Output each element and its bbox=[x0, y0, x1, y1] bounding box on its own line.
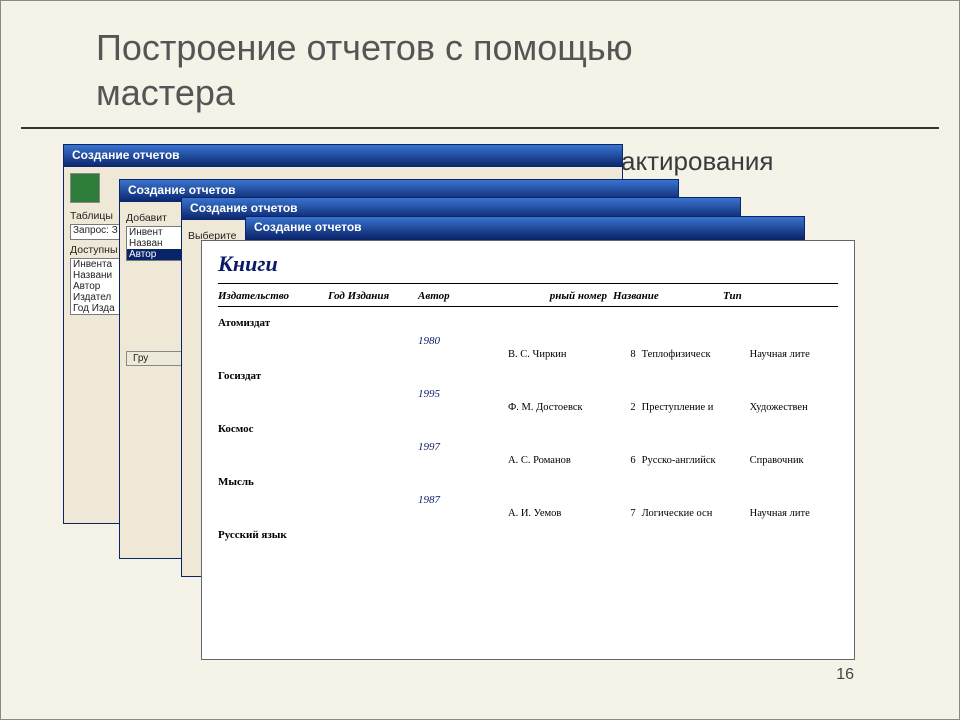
dialog-title: Создание отчетов bbox=[246, 217, 804, 239]
slide-title: Построение отчетов с помощью мастера bbox=[96, 25, 633, 115]
list-item[interactable]: Назван bbox=[127, 238, 183, 249]
list-item[interactable]: Инвент bbox=[127, 227, 183, 238]
wizard-icon bbox=[70, 173, 100, 203]
col-publisher: Издательство bbox=[218, 290, 328, 302]
report-divider bbox=[218, 306, 838, 307]
slide: Построение отчетов с помощью мастера акт… bbox=[0, 0, 960, 720]
cell-author: Ф. М. Достоевск bbox=[508, 402, 616, 413]
group-year: 1987 bbox=[418, 494, 838, 506]
slide-title-line1: Построение отчетов с помощью bbox=[96, 27, 633, 68]
report-header-row: Издательство Год Издания Автор рный номе… bbox=[218, 290, 838, 302]
report-title: Книги bbox=[218, 251, 838, 277]
group-year: 1997 bbox=[418, 441, 838, 453]
report-divider bbox=[218, 283, 838, 284]
dialog-title: Создание отчетов bbox=[64, 145, 622, 167]
tables-select[interactable]: Запрос: З bbox=[70, 224, 126, 240]
slide-title-line2: мастера bbox=[96, 72, 235, 113]
detail-row: В. С. Чиркин 8 Теплофизическ Научная лит… bbox=[218, 349, 838, 360]
cell-number: 8 bbox=[616, 349, 636, 360]
page-number: 16 bbox=[836, 666, 854, 684]
cell-type: Научная лите bbox=[750, 349, 838, 360]
col-type: Тип bbox=[723, 290, 813, 302]
group-publisher: Атомиздат bbox=[218, 317, 838, 329]
col-year: Год Издания bbox=[328, 290, 418, 302]
slide-bullet: актирования bbox=[621, 146, 773, 177]
wizard-dialog-4[interactable]: Создание отчетов bbox=[245, 216, 805, 240]
cell-type: Художествен bbox=[750, 402, 838, 413]
group-publisher: Русский язык bbox=[218, 529, 838, 541]
group-publisher: Мысль bbox=[218, 476, 838, 488]
cell-author: А. С. Романов bbox=[508, 455, 616, 466]
cell-type: Научная лите bbox=[750, 508, 838, 519]
group-publisher: Космос bbox=[218, 423, 838, 435]
detail-row: А. И. Уемов 7 Логические осн Научная лит… bbox=[218, 508, 838, 519]
group-year: 1980 bbox=[418, 335, 838, 347]
cell-name: Логические осн bbox=[636, 508, 750, 519]
cell-name: Преступление и bbox=[636, 402, 750, 413]
cell-number: 6 bbox=[616, 455, 636, 466]
report-preview: Книги Издательство Год Издания Автор рны… bbox=[201, 240, 855, 660]
col-number: рный номер bbox=[528, 290, 613, 302]
cell-name: Русско-английск bbox=[636, 455, 750, 466]
grouping-fields-list[interactable]: Инвент Назван Автор bbox=[126, 226, 184, 261]
cell-type: Справочник bbox=[750, 455, 838, 466]
col-name: Название bbox=[613, 290, 723, 302]
col-author: Автор bbox=[418, 290, 528, 302]
detail-row: Ф. М. Достоевск 2 Преступление и Художес… bbox=[218, 402, 838, 413]
group-year: 1995 bbox=[418, 388, 838, 400]
cell-name: Теплофизическ bbox=[636, 349, 750, 360]
cell-author: А. И. Уемов bbox=[508, 508, 616, 519]
list-item-selected[interactable]: Автор bbox=[127, 249, 183, 260]
title-divider bbox=[21, 127, 939, 129]
cell-number: 2 bbox=[616, 402, 636, 413]
cell-author: В. С. Чиркин bbox=[508, 349, 616, 360]
cell-number: 7 bbox=[616, 508, 636, 519]
detail-row: А. С. Романов 6 Русско-английск Справочн… bbox=[218, 455, 838, 466]
group-publisher: Госиздат bbox=[218, 370, 838, 382]
